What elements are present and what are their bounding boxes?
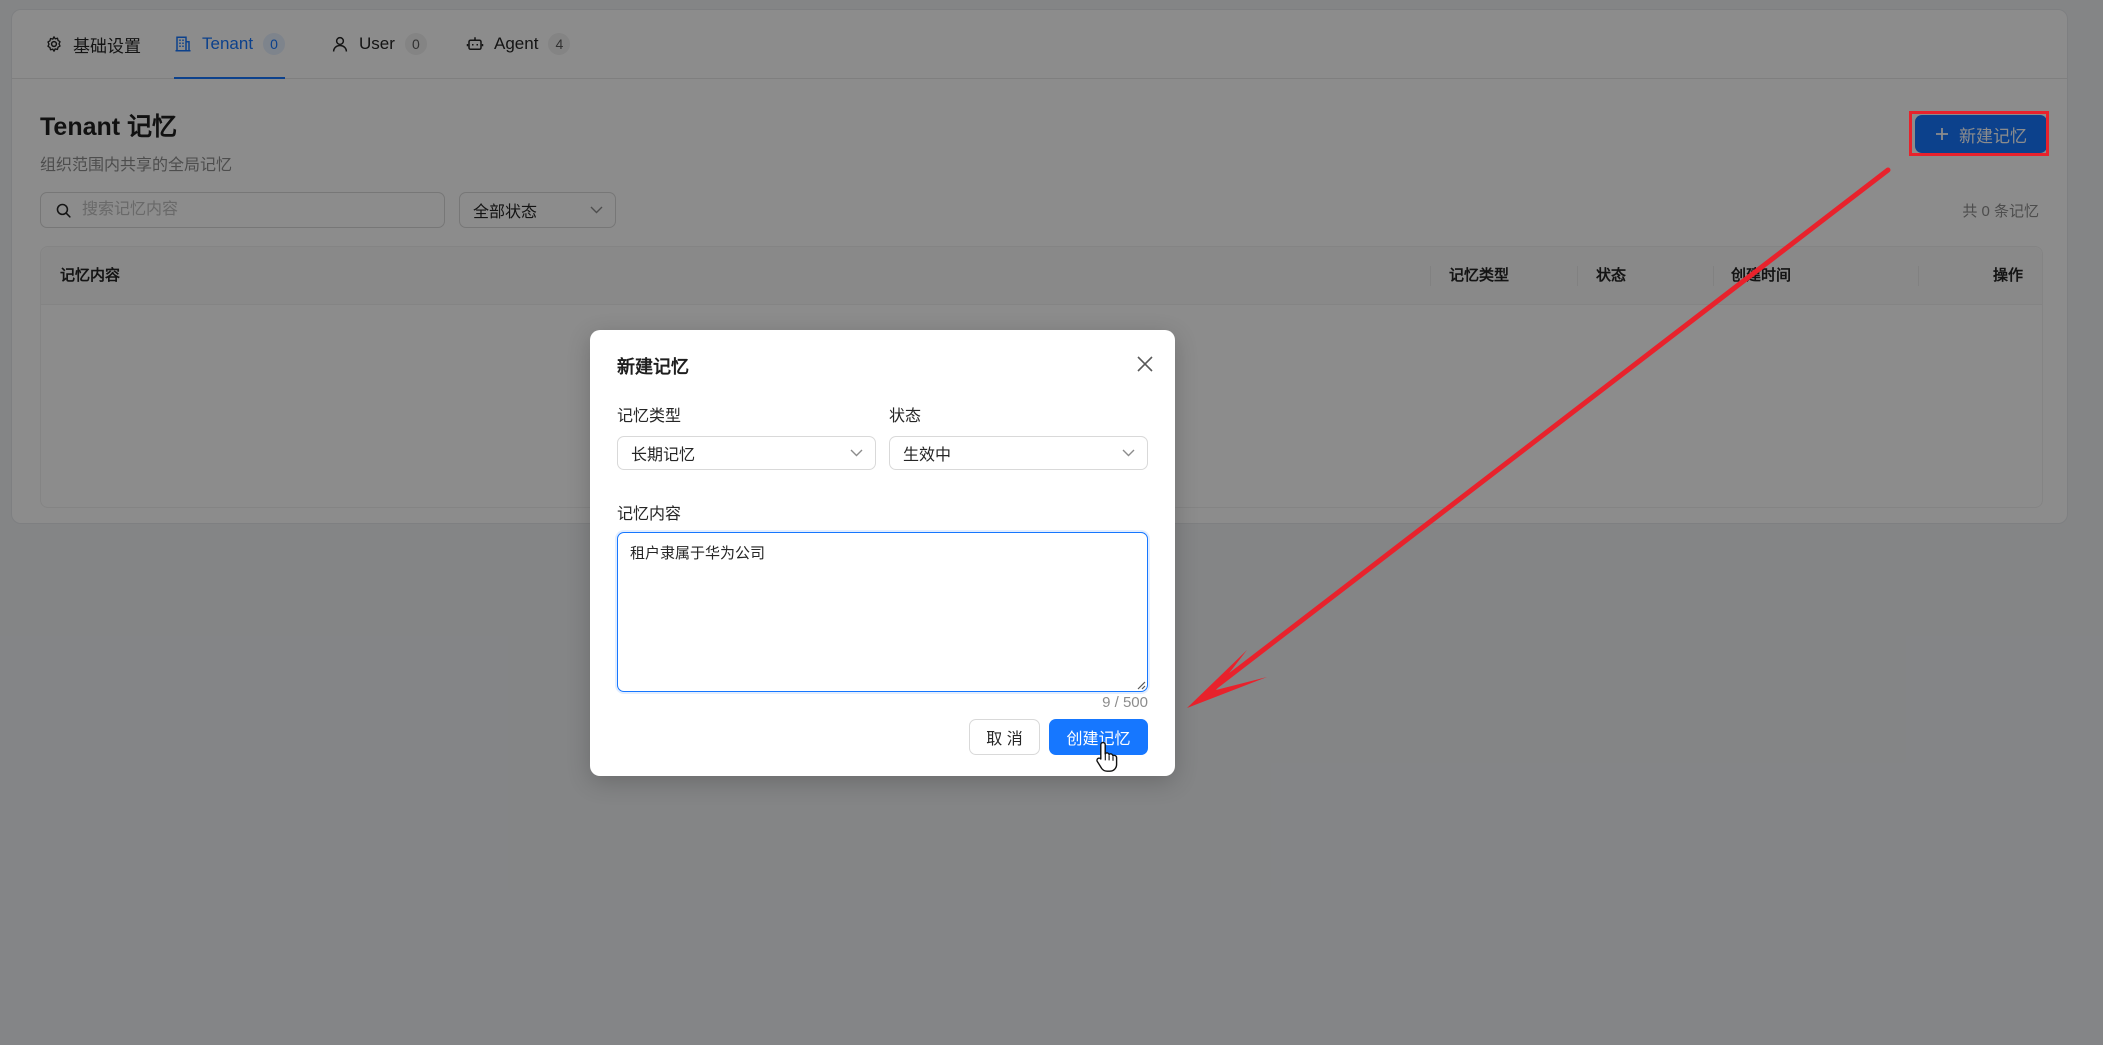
resize-handle-icon[interactable] bbox=[1136, 680, 1146, 690]
close-icon[interactable] bbox=[1134, 353, 1156, 375]
memory-type-select[interactable]: 长期记忆 bbox=[617, 436, 876, 470]
status-value: 生效中 bbox=[903, 447, 952, 464]
status-select[interactable]: 生效中 bbox=[889, 436, 1148, 470]
cancel-button[interactable]: 取 消 bbox=[969, 719, 1040, 755]
chevron-down-icon bbox=[850, 449, 863, 457]
char-counter: 9 / 500 bbox=[1102, 694, 1148, 711]
dialog-title: 新建记忆 bbox=[617, 357, 689, 377]
new-memory-dialog: 新建记忆 记忆类型 长期记忆 状态 生效中 记忆内容 租户隶属于华为公司 9 /… bbox=[590, 330, 1175, 776]
memory-content-textarea[interactable]: 租户隶属于华为公司 bbox=[617, 532, 1148, 692]
memory-type-label: 记忆类型 bbox=[617, 408, 682, 425]
memory-type-value: 长期记忆 bbox=[631, 447, 696, 464]
status-label: 状态 bbox=[889, 408, 922, 425]
memory-content-label: 记忆内容 bbox=[617, 506, 682, 523]
hand-pointer-cursor-icon bbox=[1096, 741, 1118, 772]
chevron-down-icon bbox=[1122, 449, 1135, 457]
